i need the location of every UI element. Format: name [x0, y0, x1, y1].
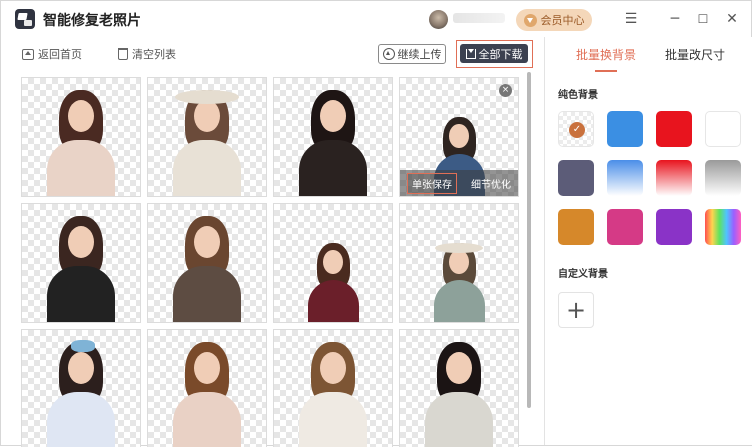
- photo-card[interactable]: [147, 203, 267, 323]
- swatch-gray-gradient[interactable]: [705, 160, 741, 196]
- portrait-subject: [293, 340, 373, 447]
- app-window: 智能修复老照片 会员中心 ☰ ─ ☐ ✕ 返回首页 清空列表 继续上传 全部下载…: [0, 0, 752, 447]
- back-home-label: 返回首页: [38, 48, 82, 61]
- photo-card[interactable]: 单张保存 细节优化 ×: [399, 77, 519, 197]
- download-all-highlight: 全部下载: [456, 40, 533, 68]
- tab-batch-resize[interactable]: 批量改尺寸: [665, 46, 725, 63]
- swatch-orange[interactable]: [558, 209, 594, 245]
- diamond-icon: [523, 13, 537, 27]
- home-icon: [22, 48, 34, 60]
- upload-icon: [382, 48, 395, 60]
- portrait-subject: [41, 88, 121, 196]
- download-icon: [465, 48, 476, 59]
- portrait-subject: [419, 340, 499, 447]
- swatch-red-gradient[interactable]: [656, 160, 692, 196]
- swatch-white[interactable]: [705, 111, 741, 147]
- selected-check-icon: ✓: [569, 122, 585, 138]
- portrait-subject: [41, 340, 121, 447]
- continue-upload-button[interactable]: 继续上传: [378, 44, 446, 64]
- user-avatar[interactable]: [429, 10, 448, 29]
- image-grid: 单张保存 细节优化 ×: [21, 77, 523, 447]
- portrait-subject: [303, 241, 363, 322]
- grid-scrollbar[interactable]: [527, 72, 531, 408]
- swatch-pink[interactable]: [607, 209, 643, 245]
- swatch-blue[interactable]: [607, 111, 643, 147]
- swatch-transparent[interactable]: ✓: [558, 111, 594, 147]
- vip-center-button[interactable]: 会员中心: [516, 9, 592, 31]
- close-window-button[interactable]: ✕: [723, 10, 741, 28]
- photo-card[interactable]: [147, 77, 267, 197]
- portrait-subject: [293, 88, 373, 196]
- settings-panel: 批量换背景 批量改尺寸 纯色背景 ✓ 自定义背景 +: [544, 37, 752, 445]
- title-bar: 智能修复老照片 会员中心 ☰ ─ ☐ ✕: [1, 1, 751, 37]
- photo-card[interactable]: [273, 203, 393, 323]
- photo-card[interactable]: [273, 77, 393, 197]
- solid-bg-title: 纯色背景: [558, 90, 598, 101]
- swatch-slate[interactable]: [558, 160, 594, 196]
- portrait-subject: [167, 214, 247, 322]
- detail-optimize-button[interactable]: 细节优化: [471, 176, 511, 191]
- vip-center-label: 会员中心: [540, 14, 585, 27]
- portrait-subject: [429, 241, 489, 322]
- app-logo-icon: [15, 9, 35, 29]
- download-all-label: 全部下载: [478, 47, 523, 61]
- menu-icon[interactable]: ☰: [622, 10, 640, 28]
- swatch-blue-gradient[interactable]: [607, 160, 643, 196]
- tab-batch-background[interactable]: 批量换背景: [576, 46, 636, 63]
- clear-list-label: 清空列表: [132, 48, 176, 61]
- remove-image-icon[interactable]: ×: [499, 84, 512, 97]
- portrait-subject: [167, 340, 247, 447]
- photo-card[interactable]: [273, 329, 393, 447]
- maximize-button[interactable]: ☐: [694, 10, 712, 28]
- app-title: 智能修复老照片: [43, 13, 141, 29]
- download-all-button[interactable]: 全部下载: [460, 44, 528, 63]
- portrait-subject: [41, 214, 121, 322]
- portrait-subject: [167, 88, 247, 196]
- photo-card[interactable]: [147, 329, 267, 447]
- custom-bg-title: 自定义背景: [558, 269, 608, 280]
- photo-card[interactable]: [21, 329, 141, 447]
- photo-card[interactable]: [21, 77, 141, 197]
- username-placeholder[interactable]: [453, 13, 505, 23]
- photo-card[interactable]: [399, 203, 519, 323]
- active-tab-indicator: [595, 70, 617, 72]
- minimize-button[interactable]: ─: [666, 10, 684, 28]
- swatch-red[interactable]: [656, 111, 692, 147]
- add-custom-bg-button[interactable]: +: [558, 292, 594, 328]
- photo-card[interactable]: [399, 329, 519, 447]
- back-home-button[interactable]: 返回首页: [22, 46, 82, 62]
- continue-upload-label: 继续上传: [397, 48, 442, 61]
- card-action-bar: 单张保存 细节优化: [400, 170, 518, 196]
- photo-card[interactable]: [21, 203, 141, 323]
- swatch-purple[interactable]: [656, 209, 692, 245]
- swatch-rainbow[interactable]: [705, 209, 741, 245]
- clear-list-button[interactable]: 清空列表: [118, 46, 176, 62]
- trash-icon: [118, 48, 128, 60]
- save-single-button[interactable]: 单张保存: [407, 172, 457, 194]
